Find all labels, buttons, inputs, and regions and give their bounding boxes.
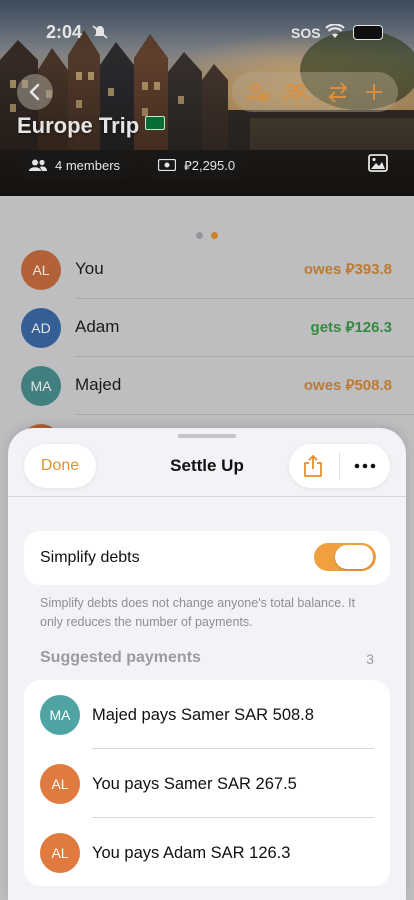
payment-text: Majed pays Samer SAR 508.8 <box>92 706 314 724</box>
section-count: 3 <box>366 651 374 667</box>
simplify-note: Simplify debts does not change anyone's … <box>40 596 356 629</box>
more-icon[interactable] <box>353 454 377 478</box>
avatar: AL <box>40 833 80 873</box>
settle-up-sheet: Done Settle Up Simplify debts Simplify d… <box>8 428 406 900</box>
simplify-debts-toggle[interactable] <box>314 543 376 571</box>
avatar: AL <box>40 764 80 804</box>
share-icon[interactable] <box>303 454 323 478</box>
toggle-knob <box>335 545 373 569</box>
section-title: Suggested payments <box>40 649 201 666</box>
payment-text: You pays Samer SAR 267.5 <box>92 775 297 793</box>
payment-row[interactable]: AL You pays Samer SAR 267.5 <box>24 749 390 818</box>
sheet-grabber[interactable] <box>178 434 236 438</box>
avatar: MA <box>40 695 80 735</box>
simplify-debts-label: Simplify debts <box>40 549 140 566</box>
sheet-header: Done Settle Up <box>8 440 406 496</box>
payment-text: You pays Adam SAR 126.3 <box>92 844 291 862</box>
suggested-payments-list: MA Majed pays Samer SAR 508.8 AL You pay… <box>24 680 390 886</box>
payment-row[interactable]: MA Majed pays Samer SAR 508.8 <box>24 680 390 749</box>
payment-row[interactable]: AL You pays Adam SAR 126.3 <box>24 818 390 886</box>
sheet-actions <box>289 444 390 488</box>
simplify-debts-row: Simplify debts <box>24 531 390 585</box>
